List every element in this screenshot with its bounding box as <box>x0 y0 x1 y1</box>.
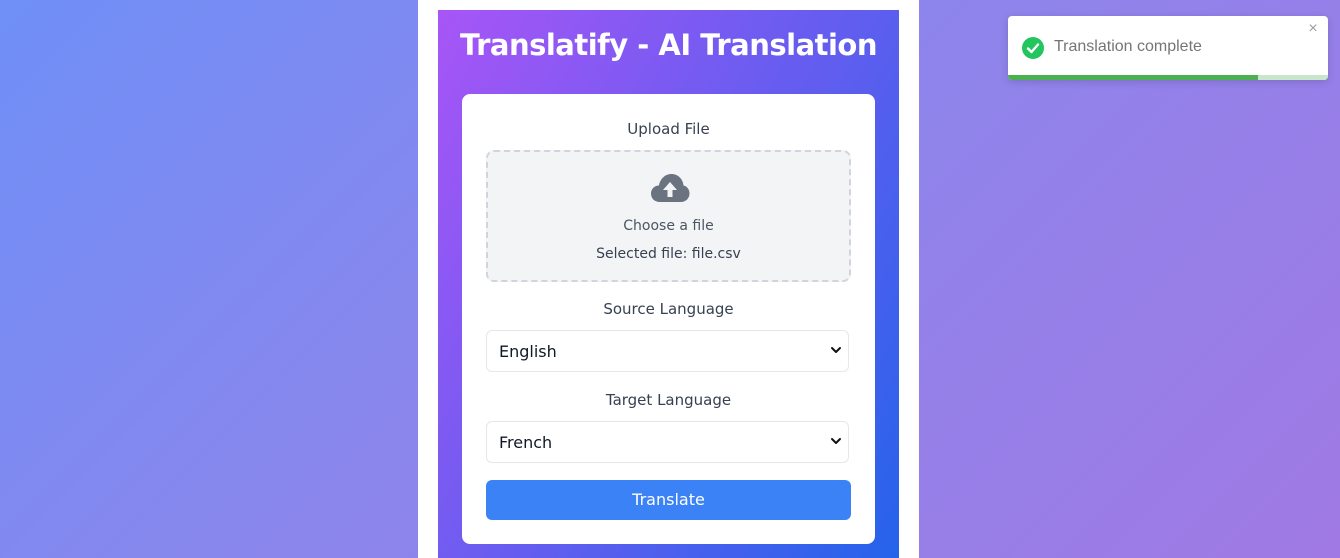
toast-message: Translation complete <box>1054 38 1202 55</box>
selected-file-text: Selected file: file.csv <box>596 246 741 262</box>
source-language-value: English <box>499 342 557 361</box>
toast-progress-track <box>1008 75 1328 80</box>
page-title: Translatify - AI Translation <box>459 28 878 62</box>
target-language-value: French <box>499 433 553 452</box>
source-language-label: Source Language <box>603 300 734 318</box>
close-icon[interactable]: × <box>1306 20 1320 38</box>
toast-progress-bar <box>1008 75 1258 80</box>
choose-file-text: Choose a file <box>623 218 714 234</box>
upload-file-label: Upload File <box>627 120 710 138</box>
file-dropzone[interactable]: Choose a file Selected file: file.csv <box>486 150 851 282</box>
toast-notification: Translation complete × <box>1008 16 1328 80</box>
chevron-down-icon <box>831 438 841 444</box>
target-language-select[interactable]: French <box>486 421 849 463</box>
chevron-down-icon <box>831 347 841 353</box>
check-circle-icon <box>1022 37 1044 59</box>
source-language-select[interactable]: English <box>486 330 849 372</box>
cloud-upload-icon <box>651 174 690 202</box>
translate-button[interactable]: Translate <box>486 480 851 520</box>
target-language-label: Target Language <box>605 391 732 409</box>
